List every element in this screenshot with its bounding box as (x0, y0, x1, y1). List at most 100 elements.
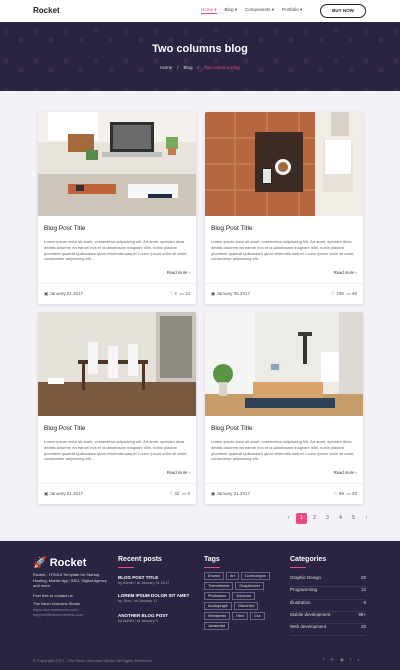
comments-count: 0 (187, 491, 190, 496)
tag-item[interactable]: Wordpress (204, 612, 231, 620)
recent-post-meta: by Admin / at January 4 (118, 619, 158, 623)
comment-icon[interactable]: ▭ (346, 291, 350, 296)
comment-icon[interactable]: ▭ (182, 491, 186, 496)
pagination: ‹ 1 2 3 4 5 › (283, 513, 372, 524)
pagination-page-2[interactable]: 2 (309, 513, 320, 524)
company-email-link[interactable]: support@neonunicorns.com (33, 612, 113, 618)
category-item[interactable]: Programming 12 (290, 587, 366, 600)
tag-item[interactable]: Javascript (204, 622, 230, 630)
category-name: Mobile development (290, 611, 331, 617)
read-more-label: Read more (166, 270, 188, 275)
calendar-icon: ▣ (44, 491, 49, 496)
chevron-right-icon: › (188, 270, 190, 275)
menu-item-portfolio[interactable]: Portfolio ▾ (282, 7, 302, 14)
footer-logo[interactable]: 🚀 Rocket (33, 556, 86, 569)
instagram-icon[interactable]: ◉ (340, 657, 344, 663)
recent-post[interactable]: LOREM IPSUM DOLOR SIT AMET by Jhon / at … (118, 593, 189, 603)
copyright-text: © Copyright 2017 - The Neon Unicorns Stu… (33, 658, 153, 663)
blog-card: Blog Post Title Lorem ipsum dolor sit am… (38, 312, 196, 504)
tag-item[interactable]: Audiojungle (204, 602, 232, 610)
read-more-link[interactable]: Read more › (334, 270, 357, 275)
category-count: 20 (360, 575, 366, 580)
post-title[interactable]: Blog Post Title (44, 225, 86, 232)
tag-item[interactable]: Themeforest (204, 582, 234, 590)
tag-item[interactable]: Envato (204, 572, 224, 580)
post-date: ▣ January 21.2017 (211, 491, 250, 497)
pagination-page-4[interactable]: 4 (335, 513, 346, 524)
pagination-next[interactable]: › (361, 513, 372, 524)
recent-post[interactable]: ANOTHER BLOG POST by Admin / at January … (118, 613, 168, 623)
tag-item[interactable]: Videohive (233, 602, 259, 610)
recent-post[interactable]: BLOG POST TITLE by Admin / at January 01… (118, 575, 169, 585)
tag-item[interactable]: Codecanyon (240, 572, 271, 580)
category-item[interactable]: Mobile development 99+ (290, 611, 366, 625)
calendar-icon: ▣ (211, 291, 216, 296)
post-excerpt: Lorem ipsum dolor sit amet, consectetur … (211, 439, 355, 462)
post-image-dining-room[interactable] (38, 312, 196, 416)
recent-post-title: BLOG POST TITLE (118, 575, 159, 580)
read-more-label: Read more (333, 470, 355, 475)
post-title[interactable]: Blog Post Title (211, 425, 253, 432)
pagination-page-5[interactable]: 5 (348, 513, 359, 524)
post-title[interactable]: Blog Post Title (44, 425, 86, 432)
menu-item-home[interactable]: Home ▾ (201, 7, 217, 14)
post-excerpt: Lorem ipsum dolor sit amet, consectetur … (44, 239, 188, 262)
twitter-icon[interactable]: t (350, 657, 351, 663)
post-excerpt: Lorem ipsum dolor sit amet, consectetur … (211, 239, 355, 262)
pagination-page-3[interactable]: 3 (322, 513, 333, 524)
comments-count: 46 (351, 291, 357, 296)
calendar-icon: ▣ (211, 491, 216, 496)
read-more-link[interactable]: Read more › (167, 270, 190, 275)
category-count: 99+ (358, 611, 366, 617)
heart-icon[interactable]: ♡ (169, 491, 173, 496)
top-navbar: Rocket Home ▾ Blog ▾ Components ▾ Portfo… (0, 0, 400, 22)
recent-post-title: LOREM IPSUM DOLOR SIT AMET (118, 593, 190, 598)
telegram-icon[interactable]: ✈ (330, 657, 334, 663)
chevron-right-icon: › (355, 270, 357, 275)
post-title[interactable]: Blog Post Title (211, 225, 253, 232)
recent-post-title: ANOTHER BLOG POST (118, 613, 169, 618)
heading-underline (118, 567, 134, 568)
brand-logo[interactable]: Rocket (33, 6, 60, 15)
heart-icon[interactable]: ♡ (331, 291, 335, 296)
blog-card: Blog Post Title Lorem ipsum dolor sit am… (205, 312, 363, 504)
buy-now-button[interactable]: BUY NOW (320, 4, 366, 18)
category-item[interactable]: Illustration 8 (290, 600, 366, 612)
post-image-coffee-table[interactable] (205, 112, 363, 216)
category-item[interactable]: Graphic Design 20 (290, 575, 366, 588)
skype-icon[interactable]: ◐ (357, 657, 360, 663)
tag-item[interactable]: 3docean (232, 592, 255, 600)
post-meta: ▣ January 21.2017 ♡ 99 ▭ 20 (205, 483, 363, 504)
read-more-link[interactable]: Read more › (167, 470, 190, 475)
footer-logo-text: Rocket (49, 557, 87, 569)
pagination-prev[interactable]: ‹ (283, 513, 294, 524)
heart-icon[interactable]: ♡ (334, 491, 338, 496)
tag-item[interactable]: Css (250, 612, 265, 620)
heart-icon[interactable]: ♡ (169, 291, 173, 296)
menu-item-components[interactable]: Components ▾ (245, 7, 274, 14)
tag-item[interactable]: Html (232, 612, 249, 620)
category-count: 8 (363, 599, 366, 605)
tag-item[interactable]: Photodune (204, 592, 231, 600)
comment-icon[interactable]: ▭ (346, 491, 350, 496)
pagination-page-1[interactable]: 1 (296, 513, 307, 524)
tag-item[interactable]: Art (225, 572, 239, 580)
recent-post-meta: by Jhon / at January 11 (118, 599, 158, 603)
footer-about: Rocket - HTML5 Template for Startup, Hos… (33, 572, 113, 618)
post-image-laptop-desk[interactable] (38, 112, 196, 216)
blog-card: Blog Post Title Lorem ipsum dolor sit am… (205, 112, 363, 304)
category-name: Graphic Design (290, 575, 322, 580)
tag-item[interactable]: Graphicriver (235, 582, 265, 590)
breadcrumb-home[interactable]: Home (160, 65, 172, 70)
breadcrumb-blog[interactable]: Blog (183, 65, 192, 70)
category-name: Web development (290, 624, 327, 630)
breadcrumb-separator: / (197, 65, 199, 70)
menu-item-blog[interactable]: Blog ▾ (225, 7, 238, 14)
post-image-living-room[interactable] (205, 312, 363, 416)
facebook-icon[interactable]: f (323, 657, 324, 663)
comment-icon[interactable]: ▭ (179, 291, 183, 296)
read-more-link[interactable]: Read more › (334, 470, 357, 475)
category-item[interactable]: Web development 20 (290, 624, 366, 637)
comments-count: 20 (351, 491, 357, 496)
read-more-label: Read more (333, 270, 355, 275)
